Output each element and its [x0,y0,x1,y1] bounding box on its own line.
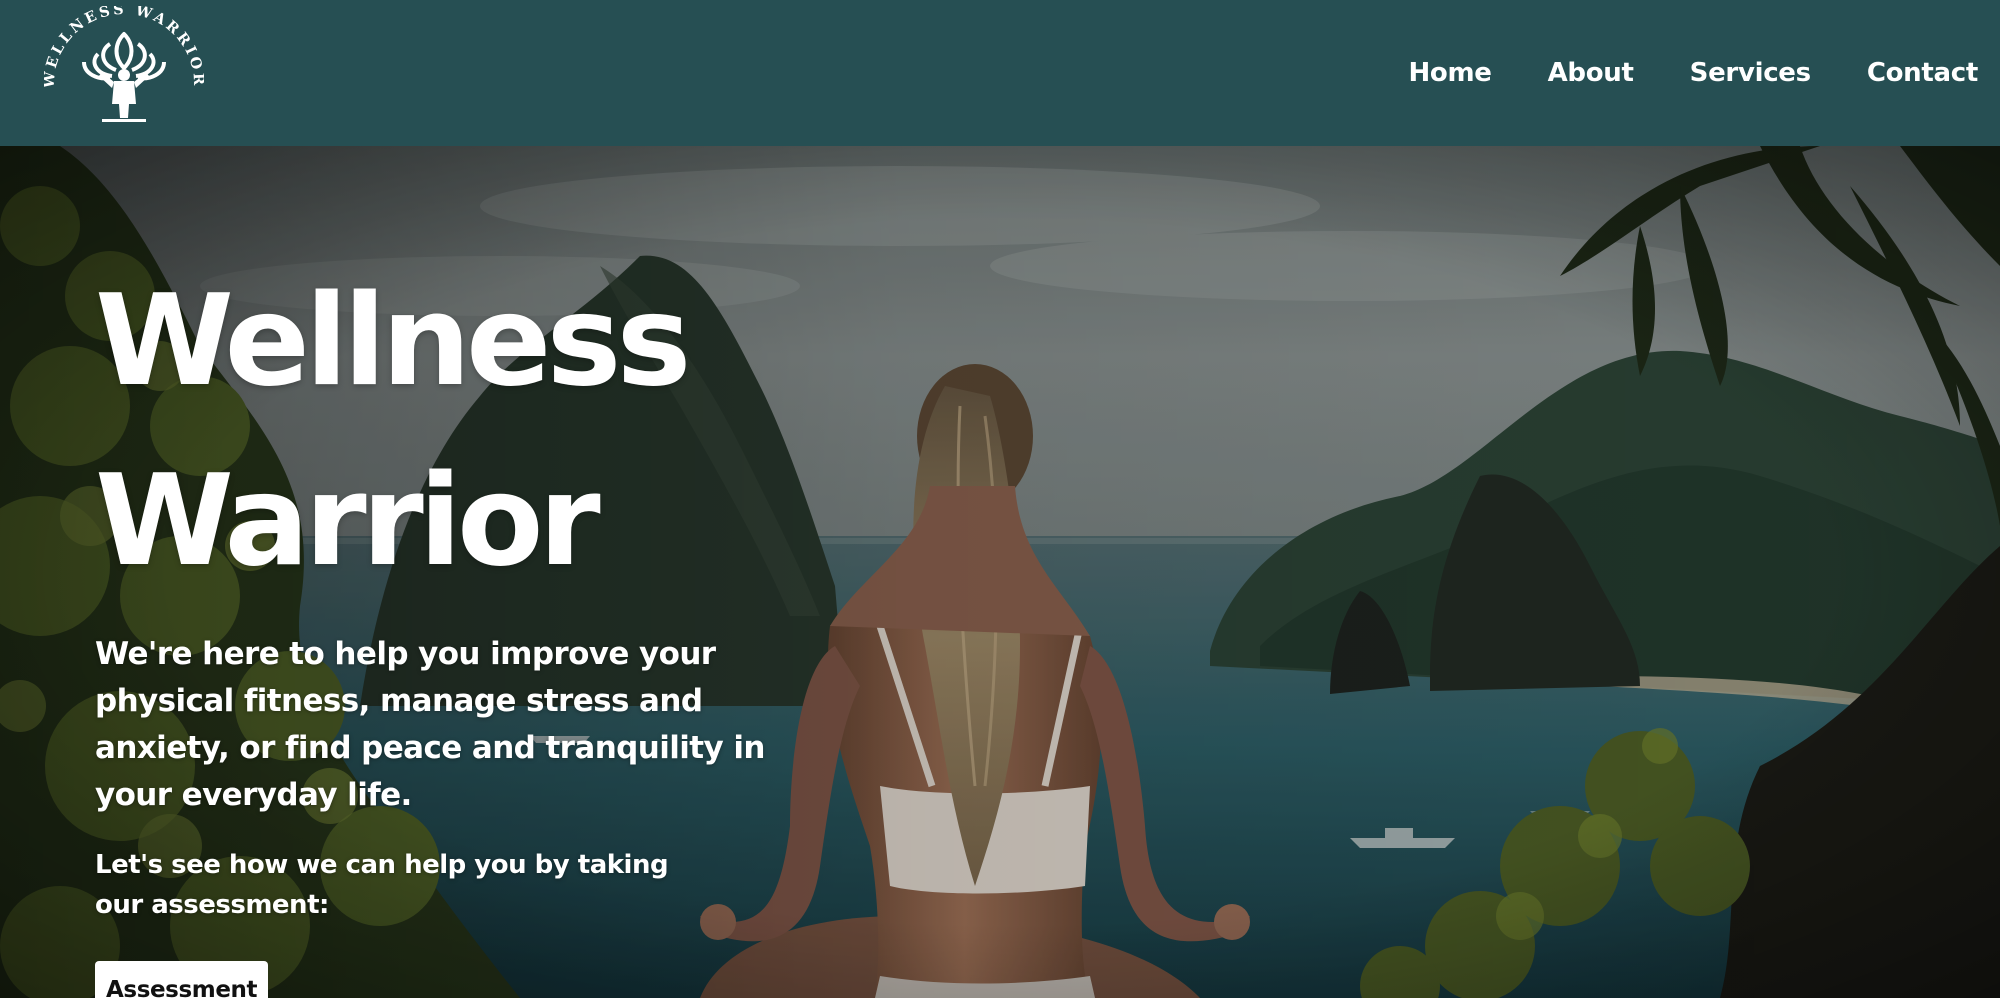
assessment-prompt: Let's see how we can help you by taking … [95,850,669,920]
lotus-person-icon: WELLNESS WARRIOR [40,1,204,122]
hero-title: Wellness Warrior [95,251,855,611]
hero-content: Wellness Warrior We're here to help you … [95,251,855,998]
nav-contact[interactable]: Contact [1867,58,1978,88]
wellness-warrior-logo[interactable]: WELLNESS WARRIOR [40,1,204,126]
hero-title-line2: Warrior [95,447,601,594]
hero-section: Wellness Warrior We're here to help you … [0,146,2000,998]
nav-services[interactable]: Services [1690,58,1811,88]
hero-title-line1: Wellness [95,267,691,414]
assessment-button[interactable]: Assessment [95,961,269,998]
nav-home[interactable]: Home [1408,58,1491,88]
site-header: WELLNESS WARRIOR Home A [0,0,2000,146]
hero-description: We're here to help you improve your phys… [95,636,765,813]
nav-about[interactable]: About [1548,58,1634,88]
main-nav: Home About Services Contact [1408,0,1978,146]
